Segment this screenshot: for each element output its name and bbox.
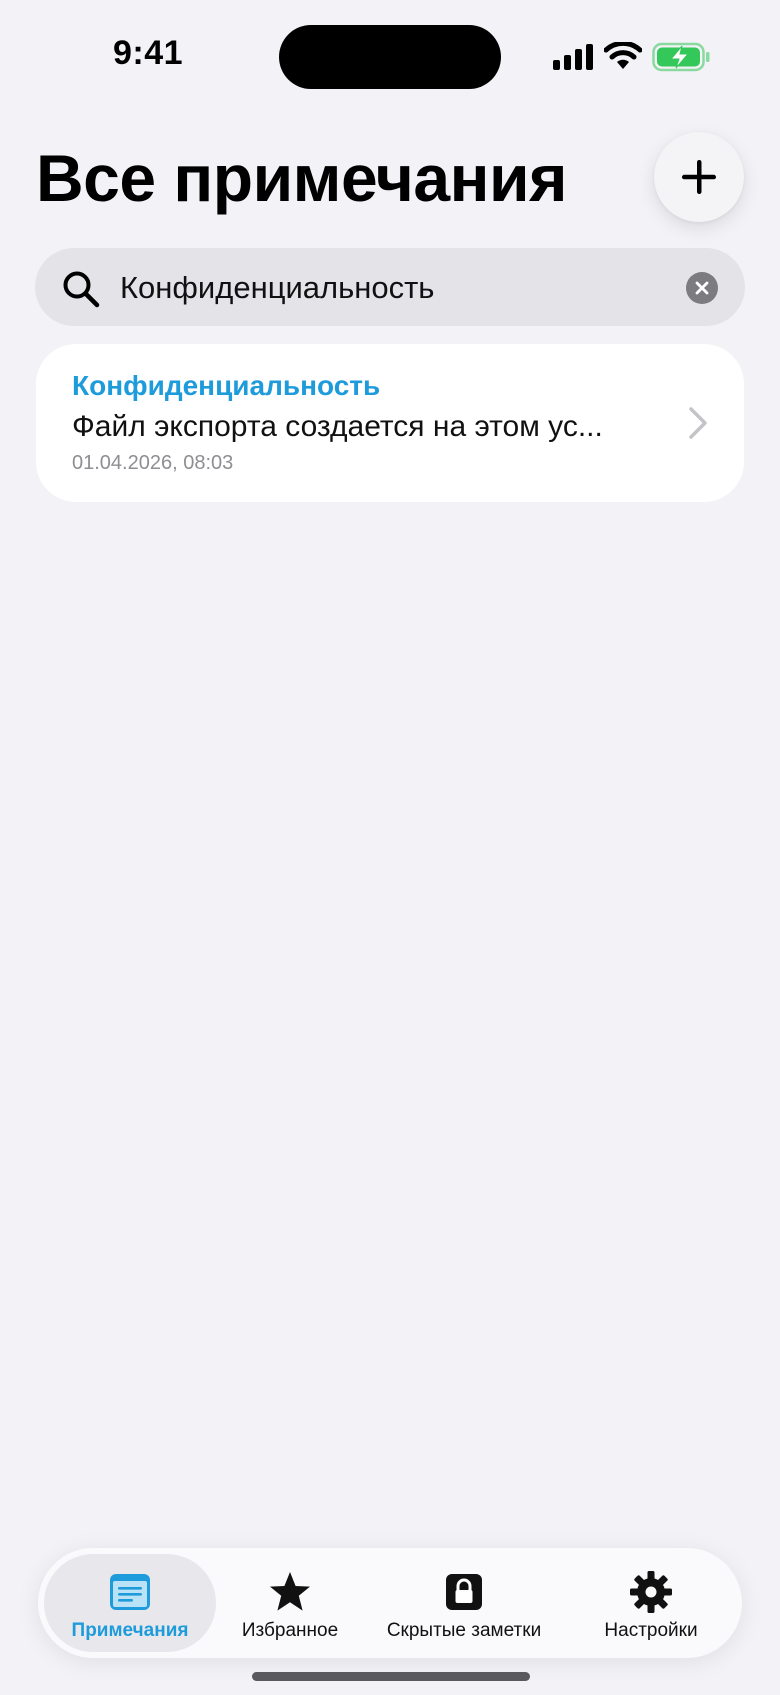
tab-notes[interactable]: Примечания bbox=[44, 1554, 216, 1652]
tab-settings-label: Настройки bbox=[604, 1620, 698, 1641]
chevron-right-icon bbox=[689, 407, 707, 439]
search-input[interactable] bbox=[120, 266, 680, 310]
tab-hidden-notes-label: Скрытые заметки bbox=[386, 1620, 542, 1641]
cellular-signal-icon bbox=[553, 44, 593, 70]
add-note-button[interactable] bbox=[654, 132, 744, 222]
tab-favorites[interactable]: Избранное bbox=[218, 1554, 362, 1652]
note-snippet: Файл экспорта создается на этом ус... bbox=[72, 410, 603, 443]
tab-settings[interactable]: Настройки bbox=[566, 1554, 736, 1652]
note-list-item[interactable]: Конфиденциальность Файл экспорта создает… bbox=[36, 344, 744, 502]
status-time: 9:41 bbox=[113, 34, 184, 72]
notes-icon bbox=[108, 1570, 152, 1614]
gear-icon bbox=[629, 1570, 673, 1614]
clear-search-button[interactable] bbox=[686, 272, 718, 304]
home-indicator bbox=[252, 1672, 530, 1681]
tab-favorites-label: Избранное bbox=[241, 1620, 339, 1641]
tab-notes-label: Примечания bbox=[71, 1620, 189, 1641]
lock-icon bbox=[444, 1570, 484, 1614]
tab-hidden-notes[interactable]: Скрытые заметки bbox=[364, 1554, 564, 1652]
star-icon bbox=[268, 1570, 312, 1614]
page-title: Все примечания bbox=[36, 141, 568, 215]
wifi-icon bbox=[604, 42, 642, 69]
tab-bar: Примечания Избранное Скрытые заметки Нас… bbox=[38, 1548, 742, 1658]
note-title: Конфиденциальность bbox=[72, 370, 381, 401]
note-date: 01.04.2026, 08:03 bbox=[72, 452, 234, 474]
plus-icon bbox=[682, 160, 716, 194]
battery-charging-icon bbox=[652, 42, 710, 72]
search-icon bbox=[63, 271, 100, 308]
status-bar: 9:41 bbox=[0, 0, 780, 110]
dynamic-island bbox=[279, 25, 501, 89]
close-icon bbox=[695, 281, 709, 295]
